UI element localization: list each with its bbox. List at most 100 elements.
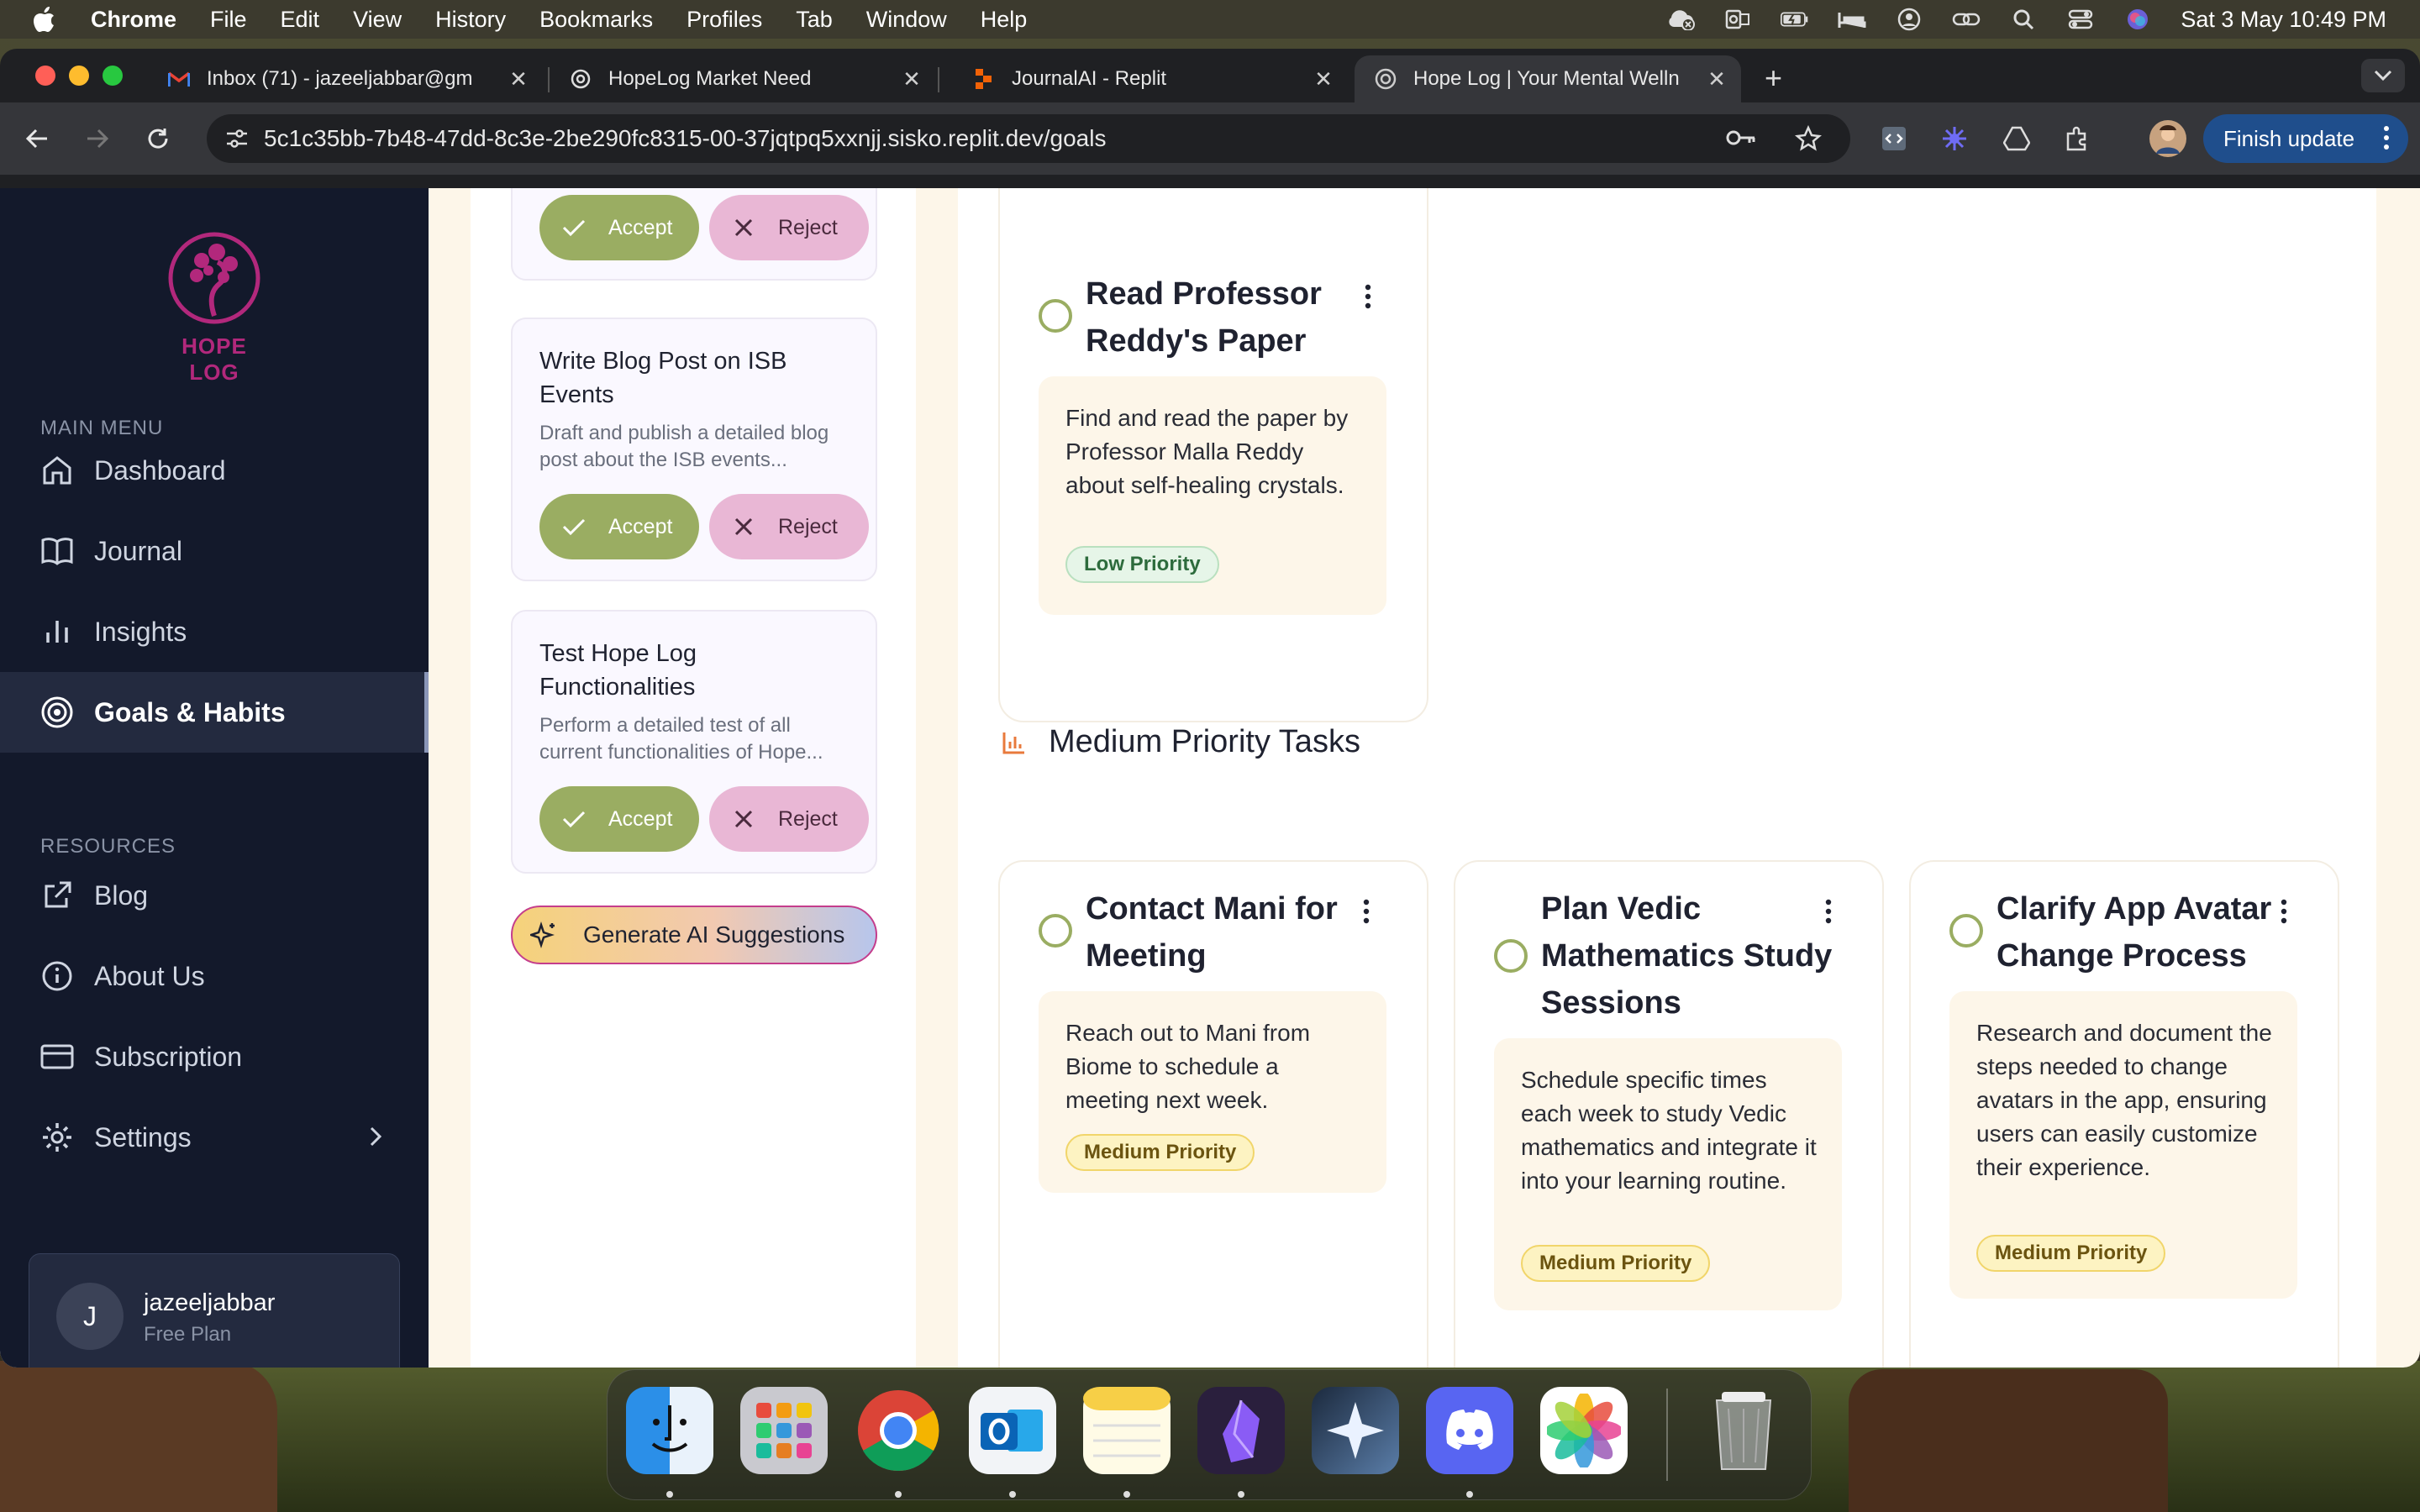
back-icon[interactable] <box>20 122 54 155</box>
dock-discord-icon[interactable] <box>1426 1387 1513 1474</box>
menubar-app-name[interactable]: Chrome <box>91 7 176 33</box>
task-card: Find and read the paper by Professor Mal… <box>1039 376 1386 615</box>
more-vert-icon[interactable] <box>1823 897 1833 926</box>
menubar-tab[interactable]: Tab <box>796 7 833 33</box>
suggestion-description: Draft and publish a detailed blog post a… <box>539 422 829 471</box>
macos-dock <box>607 1369 1812 1500</box>
sidebar-item-journal[interactable]: Journal <box>0 511 429 591</box>
profile-avatar-icon[interactable] <box>2149 120 2186 157</box>
close-icon <box>731 806 756 832</box>
more-vert-icon[interactable] <box>1361 897 1371 926</box>
control-center-icon[interactable] <box>2066 7 2095 32</box>
sidebar-item-label: About Us <box>94 960 205 991</box>
close-window-button[interactable] <box>35 66 55 86</box>
menubar-view[interactable]: View <box>353 7 402 33</box>
sidebar-item-settings[interactable]: Settings <box>0 1097 429 1178</box>
accept-button[interactable]: Accept <box>539 494 699 559</box>
tab-search-button[interactable] <box>2361 59 2405 92</box>
task-complete-radio[interactable] <box>1949 914 1983 948</box>
task-description: Schedule specific times each week to stu… <box>1521 1067 1817 1194</box>
replit-icon <box>973 68 995 90</box>
dock-trash-icon[interactable] <box>1700 1387 1787 1474</box>
accept-label: Accept <box>608 806 673 831</box>
outlook-menubar-icon[interactable] <box>1723 7 1752 32</box>
tab-gmail[interactable]: Inbox (71) - jazeeljabbar@gm ✕ <box>148 55 543 102</box>
dock-obsidian-icon[interactable] <box>1197 1387 1285 1474</box>
generate-ai-suggestions-button[interactable]: Generate AI Suggestions <box>511 906 877 964</box>
task-complete-radio[interactable] <box>1039 299 1072 333</box>
reject-button[interactable]: Reject <box>709 786 869 852</box>
tab-hopelog-active[interactable]: Hope Log | Your Mental Welln ✕ <box>1355 55 1741 102</box>
reload-icon[interactable] <box>141 122 175 155</box>
sidebar-item-subscription[interactable]: Subscription <box>0 1016 429 1097</box>
sidebar-item-goals-habits[interactable]: Goals & Habits <box>0 672 429 753</box>
hope-log-logo[interactable]: HOPE LOG <box>160 232 269 386</box>
devtools-extension-icon[interactable] <box>1877 122 1911 155</box>
task-card: Reach out to Mani from Biome to schedule… <box>1039 991 1386 1193</box>
accept-button[interactable]: Accept <box>539 195 699 260</box>
dock-notes-icon[interactable] <box>1083 1387 1171 1474</box>
accept-label: Accept <box>608 215 673 239</box>
forward-icon[interactable] <box>81 122 114 155</box>
more-vert-icon[interactable] <box>2279 897 2289 926</box>
dock-finder-icon[interactable] <box>626 1387 713 1474</box>
dock-launchpad-icon[interactable] <box>740 1387 828 1474</box>
menubar-profiles[interactable]: Profiles <box>687 7 762 33</box>
link-icon[interactable] <box>1952 7 1981 32</box>
close-tab-icon[interactable]: ✕ <box>506 66 531 92</box>
dock-photos-icon[interactable] <box>1540 1387 1628 1474</box>
site-settings-icon[interactable] <box>225 128 249 154</box>
extensions-puzzle-icon[interactable] <box>2060 122 2094 155</box>
gmail-icon <box>168 68 190 90</box>
dock-perplexity-icon[interactable] <box>1312 1387 1399 1474</box>
search-icon[interactable] <box>2009 7 2038 32</box>
drive-extension-icon[interactable] <box>2000 122 2033 155</box>
credit-card-icon <box>39 1038 76 1075</box>
address-bar[interactable]: 5c1c35bb-7b48-47dd-8c3e-2be290fc8315-00-… <box>207 114 1850 163</box>
suggestion-card: Test Hope Log Functionalities Perform a … <box>511 610 877 874</box>
more-vert-icon[interactable] <box>1363 282 1373 311</box>
menubar-history[interactable]: History <box>435 7 506 33</box>
task-title: Plan Vedic Mathematics Study Sessions <box>1541 891 1833 1021</box>
minimize-window-button[interactable] <box>69 66 89 86</box>
check-icon <box>561 806 587 832</box>
menubar-help[interactable]: Help <box>981 7 1028 33</box>
dock-outlook-icon[interactable] <box>969 1387 1056 1474</box>
dock-chrome-icon[interactable] <box>855 1387 942 1474</box>
tab-hopelog-market[interactable]: HopeLog Market Need ✕ <box>550 55 936 102</box>
accept-button[interactable]: Accept <box>539 786 699 852</box>
close-tab-icon[interactable]: ✕ <box>1311 66 1336 92</box>
tab-journalai-replit[interactable]: JournalAI - Replit ✕ <box>953 55 1348 102</box>
menubar-window[interactable]: Window <box>866 7 947 33</box>
reject-button[interactable]: Reject <box>709 195 869 260</box>
task-complete-radio[interactable] <box>1494 939 1528 973</box>
user-profile-card[interactable]: J jazeeljabbar Free Plan <box>29 1253 400 1368</box>
reject-label: Reject <box>778 514 838 538</box>
reject-button[interactable]: Reject <box>709 494 869 559</box>
menubar-bookmarks[interactable]: Bookmarks <box>539 7 653 33</box>
battery-icon[interactable] <box>1781 7 1809 32</box>
close-tab-icon[interactable]: ✕ <box>1704 66 1729 92</box>
perplexity-extension-icon[interactable] <box>1938 122 1971 155</box>
zoom-window-button[interactable] <box>103 66 123 86</box>
siri-icon[interactable] <box>2123 7 2152 32</box>
sidebar-item-about-us[interactable]: About Us <box>0 936 429 1016</box>
bookmark-star-icon[interactable] <box>1795 124 1822 156</box>
dock-running-indicator <box>895 1491 902 1498</box>
bed-icon[interactable] <box>1838 7 1866 32</box>
user-circle-icon[interactable] <box>1895 7 1923 32</box>
close-tab-icon[interactable]: ✕ <box>899 66 924 92</box>
menubar-clock[interactable]: Sat 3 May 10:49 PM <box>2181 7 2386 33</box>
password-key-icon[interactable] <box>1726 128 1756 152</box>
sidebar-item-blog[interactable]: Blog <box>0 855 429 936</box>
menubar-edit[interactable]: Edit <box>281 7 320 33</box>
sidebar-item-insights[interactable]: Insights <box>0 591 429 672</box>
sidebar-item-dashboard[interactable]: Dashboard <box>0 430 429 511</box>
task-complete-radio[interactable] <box>1039 914 1072 948</box>
cloud-sync-icon[interactable] <box>1666 7 1696 32</box>
finish-update-button[interactable]: Finish update <box>2203 114 2408 163</box>
web-viewport: HOPE LOG MAIN MENU Dashboard Journal Ins… <box>0 188 2420 1368</box>
menubar-file[interactable]: File <box>210 7 247 33</box>
apple-menu-icon[interactable] <box>32 5 57 34</box>
new-tab-button[interactable]: + <box>1765 60 1782 96</box>
